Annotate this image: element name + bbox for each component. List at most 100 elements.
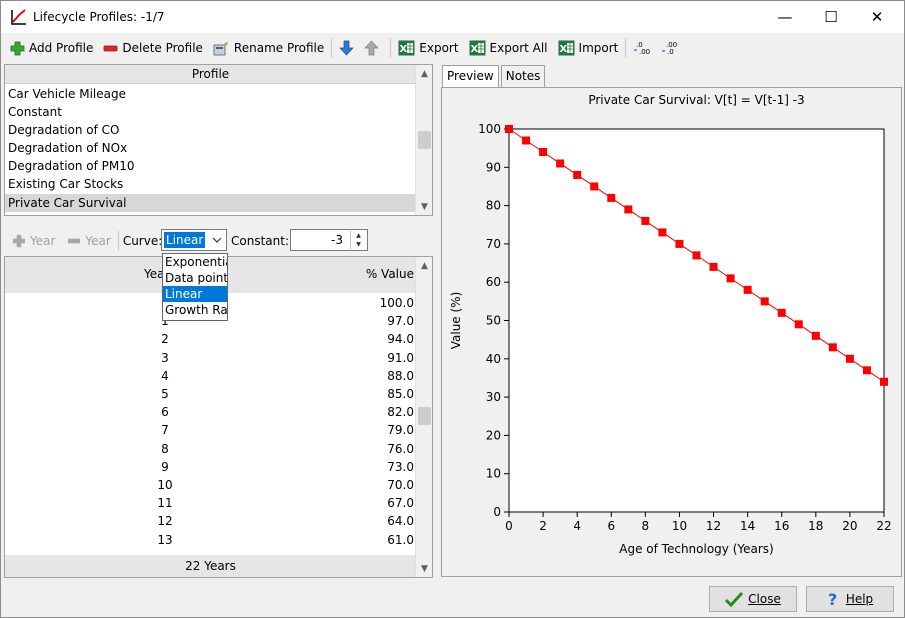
help-label: Help bbox=[845, 592, 874, 606]
profile-item-selected[interactable]: Private Car Survival bbox=[5, 194, 416, 212]
checkmark-icon bbox=[725, 591, 744, 607]
cell-year: 7 bbox=[161, 423, 169, 438]
data-point bbox=[607, 193, 616, 202]
cell-year: 2 bbox=[161, 332, 169, 347]
help-button[interactable]: ? Help bbox=[806, 586, 894, 612]
curve-select[interactable]: Linear bbox=[161, 229, 227, 251]
spin-down-icon[interactable]: ▼ bbox=[351, 240, 366, 249]
column-header-value[interactable]: % Value bbox=[366, 267, 414, 281]
table-row[interactable]: 11 67.0 bbox=[5, 494, 416, 512]
y-tick-label: 40 bbox=[486, 352, 501, 366]
chart-panel: Private Car Survival: V[t] = V[t-1] -3 0 1… bbox=[441, 87, 902, 577]
curve-option-linear[interactable]: Linear bbox=[163, 286, 227, 302]
table-row[interactable]: 4 88.0 bbox=[5, 367, 416, 385]
table-row[interactable]: 6 82.0 bbox=[5, 403, 416, 421]
x-tick-label: 10 bbox=[672, 519, 687, 533]
data-point bbox=[828, 343, 837, 352]
cell-value: 76.0 bbox=[387, 441, 414, 456]
data-point bbox=[743, 285, 752, 294]
data-point bbox=[692, 251, 701, 260]
constant-stepper[interactable]: -3 ▲ ▼ bbox=[290, 229, 368, 251]
data-point bbox=[709, 262, 718, 271]
cell-value: 88.0 bbox=[387, 368, 414, 383]
table-row[interactable]: 2 94.0 bbox=[5, 330, 416, 348]
curve-label: Curve: bbox=[122, 234, 163, 248]
move-up-button[interactable] bbox=[361, 36, 386, 60]
profile-item[interactable]: Constant bbox=[5, 103, 416, 121]
decrease-decimals-button[interactable]: .00.0 bbox=[658, 36, 686, 60]
scroll-up-icon[interactable]: ▲ bbox=[416, 257, 433, 274]
table-row[interactable]: 5 85.0 bbox=[5, 385, 416, 403]
data-point bbox=[726, 274, 735, 283]
export-label: Export bbox=[419, 41, 459, 55]
y-tick-label: 80 bbox=[486, 199, 501, 213]
export-all-button[interactable]: X Export All bbox=[466, 36, 551, 60]
excel-icon: X bbox=[398, 40, 415, 56]
add-icon bbox=[12, 234, 26, 248]
tab-notes[interactable]: Notes bbox=[500, 65, 546, 87]
data-point bbox=[539, 147, 548, 156]
curve-dropdown-list: Exponentia Data points Linear Growth Rat bbox=[162, 253, 228, 321]
excel-icon: X bbox=[469, 40, 486, 56]
tab-preview[interactable]: Preview bbox=[442, 65, 499, 88]
x-tick-label: 8 bbox=[642, 519, 650, 533]
export-button[interactable]: X Export bbox=[395, 36, 461, 60]
profile-item[interactable]: Car Vehicle Mileage bbox=[5, 85, 416, 103]
cell-year: 6 bbox=[161, 405, 169, 420]
cell-value: 67.0 bbox=[387, 496, 414, 511]
constant-spinner[interactable]: ▲ ▼ bbox=[350, 231, 366, 249]
svg-text:X: X bbox=[470, 44, 478, 55]
curve-option-growth-rate[interactable]: Growth Rat bbox=[163, 302, 227, 318]
y-tick-label: 0 bbox=[493, 505, 501, 519]
scroll-down-icon[interactable]: ▼ bbox=[416, 198, 433, 215]
table-row[interactable]: 12 64.0 bbox=[5, 512, 416, 530]
scroll-up-icon[interactable]: ▲ bbox=[416, 65, 433, 82]
scroll-down-icon[interactable]: ▼ bbox=[416, 560, 433, 577]
cell-value: 64.0 bbox=[387, 514, 414, 529]
x-tick-label: 16 bbox=[774, 519, 789, 533]
move-down-button[interactable] bbox=[336, 36, 361, 60]
close-button[interactable]: Close bbox=[709, 586, 797, 612]
cell-value: 79.0 bbox=[387, 423, 414, 438]
rename-profile-button[interactable]: Rename Profile bbox=[210, 36, 327, 60]
y-tick-label: 30 bbox=[486, 390, 501, 404]
spin-up-icon[interactable]: ▲ bbox=[351, 231, 366, 240]
import-label: Import bbox=[578, 41, 619, 55]
curve-option-exponential[interactable]: Exponentia bbox=[163, 254, 227, 270]
profile-item[interactable]: Degradation of CO bbox=[5, 121, 416, 139]
table-scrollbar[interactable]: ▲ ▼ bbox=[415, 257, 432, 577]
profile-column-header[interactable]: Profile bbox=[5, 65, 416, 84]
profile-item[interactable]: Degradation of NOx bbox=[5, 139, 416, 157]
table-row[interactable]: 10 70.0 bbox=[5, 476, 416, 494]
profile-item[interactable]: Existing Car Stocks bbox=[5, 175, 416, 193]
table-row[interactable]: 8 76.0 bbox=[5, 440, 416, 458]
excel-icon: X bbox=[558, 40, 575, 56]
profile-item[interactable]: Degradation of PM10 bbox=[5, 157, 416, 175]
data-point bbox=[811, 331, 820, 340]
close-window-button[interactable]: ✕ bbox=[854, 1, 900, 33]
table-row[interactable]: 7 79.0 bbox=[5, 421, 416, 439]
add-year-button[interactable]: Year bbox=[9, 229, 58, 253]
delete-profile-button[interactable]: Delete Profile bbox=[100, 36, 206, 60]
scroll-thumb[interactable] bbox=[418, 131, 431, 149]
curve-option-data-points[interactable]: Data points bbox=[163, 270, 227, 286]
data-point bbox=[522, 136, 531, 145]
profile-list-scrollbar[interactable]: ▲ ▼ bbox=[415, 65, 432, 215]
cell-value: 91.0 bbox=[387, 350, 414, 365]
table-row[interactable]: 13 61.0 bbox=[5, 531, 416, 549]
minimize-button[interactable]: — bbox=[762, 1, 808, 33]
add-profile-button[interactable]: Add Profile bbox=[7, 36, 96, 60]
profile-list: Profile Car Vehicle Mileage Constant Deg… bbox=[4, 64, 433, 216]
y-tick-label: 100 bbox=[478, 122, 501, 136]
scroll-thumb[interactable] bbox=[418, 407, 431, 425]
table-row[interactable]: 3 91.0 bbox=[5, 349, 416, 367]
maximize-button[interactable]: ☐ bbox=[808, 1, 854, 33]
increase-decimals-button[interactable]: .0.00 bbox=[630, 36, 658, 60]
move-up-icon bbox=[364, 40, 380, 56]
x-axis-label: Age of Technology (Years) bbox=[619, 542, 773, 556]
table-row[interactable]: 9 73.0 bbox=[5, 458, 416, 476]
data-point bbox=[590, 182, 599, 191]
remove-year-button[interactable]: Year bbox=[64, 229, 113, 253]
remove-icon bbox=[68, 238, 81, 244]
import-button[interactable]: X Import bbox=[555, 36, 622, 60]
